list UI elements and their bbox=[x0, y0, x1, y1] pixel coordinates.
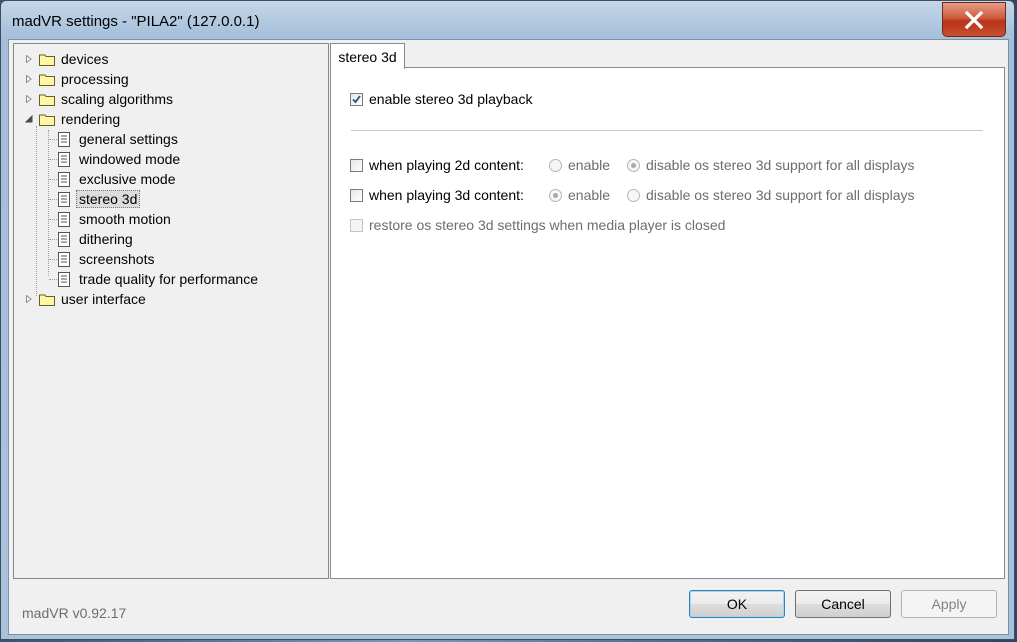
triangle-right-icon[interactable] bbox=[24, 75, 33, 84]
playing-3d-label: when playing 3d content: bbox=[369, 187, 524, 203]
restore-checkbox[interactable] bbox=[350, 218, 363, 232]
page-icon bbox=[58, 271, 70, 287]
page-icon bbox=[58, 231, 70, 247]
tree-item-user-interface[interactable]: user interface bbox=[24, 289, 149, 309]
tree-item-dithering[interactable]: dithering bbox=[58, 229, 136, 249]
tree-item-smooth-motion[interactable]: smooth motion bbox=[58, 209, 174, 229]
tree-item-label: exclusive mode bbox=[79, 171, 176, 187]
folder-icon bbox=[39, 74, 55, 86]
playing-3d-disable-option[interactable]: disable os stereo 3d support for all dis… bbox=[627, 187, 914, 203]
playing-2d-enable-label: enable bbox=[568, 157, 611, 173]
tree-item-label: dithering bbox=[79, 231, 133, 247]
page-icon bbox=[58, 191, 70, 207]
playing-3d-checkbox[interactable] bbox=[350, 188, 363, 202]
tree-item-label: general settings bbox=[79, 131, 178, 147]
triangle-right-icon[interactable] bbox=[24, 55, 33, 64]
folder-icon bbox=[39, 54, 55, 66]
tree-item-general-settings[interactable]: general settings bbox=[58, 129, 181, 149]
playing-2d-enable-option[interactable]: enable bbox=[549, 157, 610, 173]
page-icon bbox=[58, 131, 70, 147]
tree-item-label-selected: stereo 3d bbox=[76, 190, 141, 208]
enable-stereo-checkbox[interactable] bbox=[350, 92, 363, 106]
playing-3d-disable-label: disable os stereo 3d support for all dis… bbox=[646, 187, 915, 203]
triangle-down-icon[interactable] bbox=[24, 115, 33, 124]
restore-row[interactable]: restore os stereo 3d settings when media… bbox=[350, 217, 725, 233]
folder-icon bbox=[39, 94, 55, 106]
close-button[interactable] bbox=[942, 2, 1006, 37]
playing-2d-enable-radio[interactable] bbox=[549, 158, 562, 172]
folder-icon bbox=[39, 294, 55, 306]
folder-icon bbox=[39, 114, 55, 126]
tree-item-label: screenshots bbox=[79, 251, 155, 267]
tree-item-label: windowed mode bbox=[79, 151, 181, 167]
tree-guide-line bbox=[36, 126, 37, 296]
settings-tree[interactable]: devices processing scaling algorithms re… bbox=[13, 43, 329, 579]
tree-item-rendering[interactable]: rendering bbox=[24, 109, 123, 129]
playing-3d-enable-radio[interactable] bbox=[549, 188, 562, 202]
tree-item-scaling-algorithms[interactable]: scaling algorithms bbox=[24, 89, 176, 109]
triangle-right-icon[interactable] bbox=[24, 95, 33, 104]
playing-3d-row[interactable]: when playing 3d content: bbox=[350, 187, 524, 203]
tree-item-exclusive-mode[interactable]: exclusive mode bbox=[58, 169, 179, 189]
tree-item-label: user interface bbox=[61, 291, 146, 307]
enable-stereo-label: enable stereo 3d playback bbox=[369, 91, 533, 107]
tree-item-windowed-mode[interactable]: windowed mode bbox=[58, 149, 183, 169]
tree-item-label: processing bbox=[61, 71, 129, 87]
tree-item-trade-quality[interactable]: trade quality for performance bbox=[58, 269, 261, 289]
playing-2d-row[interactable]: when playing 2d content: bbox=[350, 157, 524, 173]
playing-2d-disable-label: disable os stereo 3d support for all dis… bbox=[646, 157, 915, 173]
tree-item-screenshots[interactable]: screenshots bbox=[58, 249, 157, 269]
playing-3d-enable-label: enable bbox=[568, 187, 611, 203]
tree-item-devices[interactable]: devices bbox=[24, 49, 111, 69]
tree-item-label: rendering bbox=[61, 111, 121, 127]
tree-item-label: smooth motion bbox=[79, 211, 171, 227]
version-label: madVR v0.92.17 bbox=[22, 605, 127, 621]
close-x-icon bbox=[964, 10, 984, 29]
cancel-button[interactable]: Cancel bbox=[795, 590, 891, 618]
window-title: madVR settings - "PILA2" (127.0.0.1) bbox=[12, 13, 260, 30]
checkmark-icon bbox=[352, 94, 361, 103]
tree-guide-line bbox=[48, 130, 49, 276]
playing-2d-checkbox[interactable] bbox=[350, 158, 363, 172]
page-icon bbox=[58, 151, 70, 167]
settings-window: madVR settings - "PILA2" (127.0.0.1) dev… bbox=[0, 0, 1015, 640]
page-icon bbox=[58, 211, 70, 227]
restore-label: restore os stereo 3d settings when media… bbox=[369, 217, 726, 233]
triangle-right-icon[interactable] bbox=[24, 295, 33, 304]
playing-3d-disable-radio[interactable] bbox=[627, 188, 640, 202]
tree-item-label: trade quality for performance bbox=[79, 271, 258, 287]
playing-3d-enable-option[interactable]: enable bbox=[549, 187, 610, 203]
playing-2d-disable-option[interactable]: disable os stereo 3d support for all dis… bbox=[627, 157, 914, 173]
apply-button[interactable]: Apply bbox=[901, 590, 997, 618]
client-area: devices processing scaling algorithms re… bbox=[8, 39, 1009, 635]
enable-stereo-row[interactable]: enable stereo 3d playback bbox=[350, 91, 532, 107]
tree-item-processing[interactable]: processing bbox=[24, 69, 132, 89]
tree-item-stereo-3d[interactable]: stereo 3d bbox=[58, 189, 141, 209]
page-icon bbox=[58, 251, 70, 267]
ok-button[interactable]: OK bbox=[689, 590, 785, 618]
playing-2d-disable-radio[interactable] bbox=[627, 158, 640, 172]
tree-item-label: scaling algorithms bbox=[61, 91, 174, 107]
playing-2d-label: when playing 2d content: bbox=[369, 157, 524, 173]
separator bbox=[351, 130, 983, 131]
settings-panel: enable stereo 3d playback when playing 2… bbox=[330, 67, 1005, 579]
tree-item-label: devices bbox=[61, 51, 109, 67]
tab-stereo-3d[interactable]: stereo 3d bbox=[330, 43, 405, 69]
page-icon bbox=[58, 171, 70, 187]
